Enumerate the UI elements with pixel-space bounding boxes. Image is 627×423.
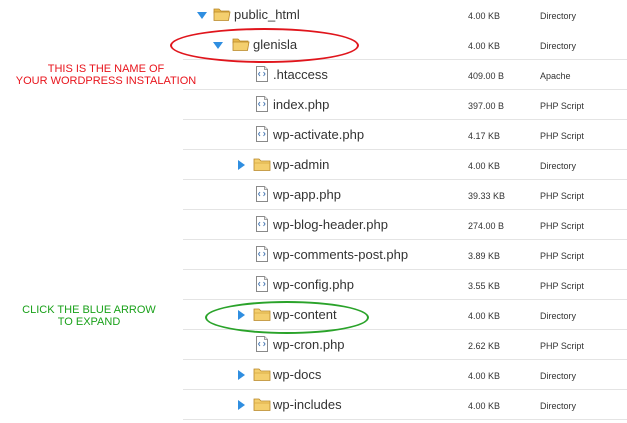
tree-item-type: PHP Script [540, 101, 584, 111]
tree-item-name[interactable]: wp-content [273, 307, 337, 323]
folder-open-icon [213, 6, 231, 22]
tree-row-folder[interactable]: wp-admin 4.00 KB Directory [183, 150, 627, 180]
tree-item-name[interactable]: wp-activate.php [273, 127, 364, 143]
code-file-icon [255, 186, 271, 202]
tree-item-name[interactable]: wp-blog-header.php [273, 217, 388, 233]
tree-row-file[interactable]: index.php 397.00 B PHP Script [183, 90, 627, 120]
tree-row-file[interactable]: wp-cron.php 2.62 KB PHP Script [183, 330, 627, 360]
expand-arrow-right-icon[interactable] [235, 309, 247, 321]
tree-item-size: 397.00 B [468, 101, 505, 111]
tree-item-type: PHP Script [540, 131, 584, 141]
tree-item-size: 4.00 KB [468, 401, 501, 411]
tree-item-name[interactable]: index.php [273, 97, 329, 113]
tree-item-size: 4.00 KB [468, 371, 501, 381]
tree-row-file[interactable]: wp-app.php 39.33 KB PHP Script [183, 180, 627, 210]
tree-item-type: PHP Script [540, 251, 584, 261]
tree-item-name[interactable]: wp-app.php [273, 187, 341, 203]
code-file-icon [255, 216, 271, 232]
code-file-icon [255, 126, 271, 142]
tree-item-name[interactable]: .htaccess [273, 67, 328, 83]
tree-item-size: 4.00 KB [468, 311, 501, 321]
folder-icon [253, 366, 271, 382]
expand-arrow-right-icon[interactable] [235, 369, 247, 381]
tree-item-size: 4.17 KB [468, 131, 501, 141]
tree-item-name[interactable]: wp-docs [273, 367, 321, 383]
tree-item-type: Directory [540, 161, 577, 171]
tree-item-name[interactable]: glenisla [253, 37, 297, 53]
tree-item-size: 2.62 KB [468, 341, 501, 351]
tree-item-name[interactable]: wp-admin [273, 157, 329, 173]
code-file-icon [255, 276, 271, 292]
tree-item-name[interactable]: public_html [234, 7, 300, 23]
tree-item-name[interactable]: wp-includes [273, 397, 342, 413]
tree-item-type: Directory [540, 11, 577, 21]
tree-item-size: 3.89 KB [468, 251, 501, 261]
tree-item-size: 39.33 KB [468, 191, 506, 201]
tree-item-name[interactable]: wp-cron.php [273, 337, 345, 353]
tree-row-folder[interactable]: wp-docs 4.00 KB Directory [183, 360, 627, 390]
file-tree: public_html 4.00 KB Directory glenisla 4.00 … [0, 0, 627, 423]
tree-item-size: 4.00 KB [468, 41, 501, 51]
folder-icon [253, 306, 271, 322]
folder-open-icon [232, 36, 250, 52]
tree-item-size: 4.00 KB [468, 161, 501, 171]
tree-item-name[interactable]: wp-config.php [273, 277, 354, 293]
tree-item-type: Apache [540, 71, 571, 81]
tree-row-file[interactable]: wp-blog-header.php 274.00 B PHP Script [183, 210, 627, 240]
tree-row-file[interactable]: .htaccess 409.00 B Apache [183, 60, 627, 90]
tree-item-size: 409.00 B [468, 71, 505, 81]
code-file-icon [255, 336, 271, 352]
tree-item-type: PHP Script [540, 341, 584, 351]
folder-icon [253, 156, 271, 172]
tree-row-folder[interactable]: public_html 4.00 KB Directory [183, 0, 627, 30]
folder-icon [253, 396, 271, 412]
tree-item-type: Directory [540, 41, 577, 51]
code-file-icon [255, 246, 271, 262]
expand-arrow-down-icon[interactable] [196, 9, 208, 21]
tree-row-file[interactable]: wp-activate.php 4.17 KB PHP Script [183, 120, 627, 150]
tree-row-folder[interactable]: glenisla 4.00 KB Directory [183, 30, 627, 60]
tree-item-type: Directory [540, 311, 577, 321]
tree-row-folder[interactable]: wp-includes 4.00 KB Directory [183, 390, 627, 420]
tree-item-type: PHP Script [540, 281, 584, 291]
tree-row-file[interactable]: wp-config.php 3.55 KB PHP Script [183, 270, 627, 300]
tree-item-size: 4.00 KB [468, 11, 501, 21]
tree-item-type: PHP Script [540, 191, 584, 201]
tree-row-file[interactable]: wp-comments-post.php 3.89 KB PHP Script [183, 240, 627, 270]
tree-item-type: Directory [540, 371, 577, 381]
expand-arrow-down-icon[interactable] [212, 39, 224, 51]
tree-item-size: 3.55 KB [468, 281, 501, 291]
tree-item-type: PHP Script [540, 221, 584, 231]
tree-item-type: Directory [540, 401, 577, 411]
tree-row-folder[interactable]: wp-content 4.00 KB Directory [183, 300, 627, 330]
expand-arrow-right-icon[interactable] [235, 159, 247, 171]
code-file-icon [255, 96, 271, 112]
expand-arrow-right-icon[interactable] [235, 399, 247, 411]
tree-item-name[interactable]: wp-comments-post.php [273, 247, 408, 263]
code-file-icon [255, 66, 271, 82]
tree-item-size: 274.00 B [468, 221, 505, 231]
